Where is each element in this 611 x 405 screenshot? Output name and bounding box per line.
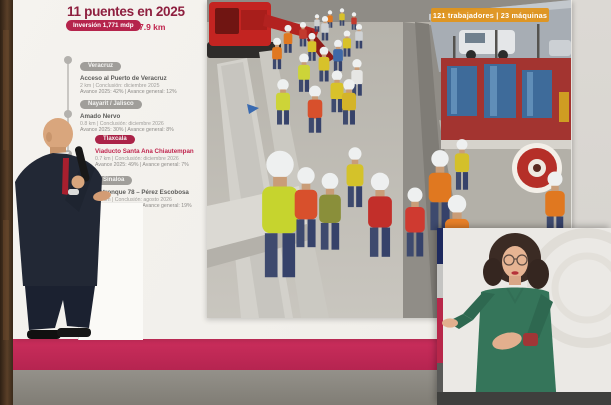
- sign-language-interpreter-box: [437, 228, 611, 405]
- trousers: [25, 286, 95, 330]
- project-name: Acceso al Puerto de Veracruz: [80, 75, 210, 82]
- shoe: [27, 330, 61, 339]
- hand-on-microphone: [72, 176, 85, 189]
- neck: [509, 276, 521, 285]
- interpreter-bottom-bar: [437, 392, 611, 405]
- workers-count-badge: 121 trabajadores | 23 máquinas: [431, 8, 549, 22]
- hair-side: [483, 258, 503, 286]
- hair-side: [527, 259, 549, 289]
- wristwatch: [68, 189, 79, 195]
- timeline-dot: [64, 56, 72, 64]
- parked-car: [549, 40, 571, 56]
- right-hand: [442, 318, 458, 327]
- speaker-figure: [5, 90, 145, 350]
- broadcast-frame: 11 puentes en 2025 Inversión 1,771 mdp 7…: [0, 0, 611, 405]
- lips: [511, 271, 518, 274]
- ear: [46, 132, 52, 142]
- red-wristband: [523, 333, 538, 346]
- shoe: [57, 328, 91, 337]
- speaker-body: [15, 118, 112, 339]
- investment-badge: Inversión 1,771 mdp: [66, 20, 141, 31]
- yellow-sign: [559, 92, 569, 122]
- total-length-label: 7.9 km: [139, 22, 165, 32]
- red-storefront: [441, 58, 571, 149]
- flag-edge-strip: [437, 228, 443, 393]
- state-pill: Veracruz: [80, 62, 121, 72]
- red-tie: [62, 158, 69, 195]
- slide-title: 11 puentes en 2025: [67, 4, 185, 19]
